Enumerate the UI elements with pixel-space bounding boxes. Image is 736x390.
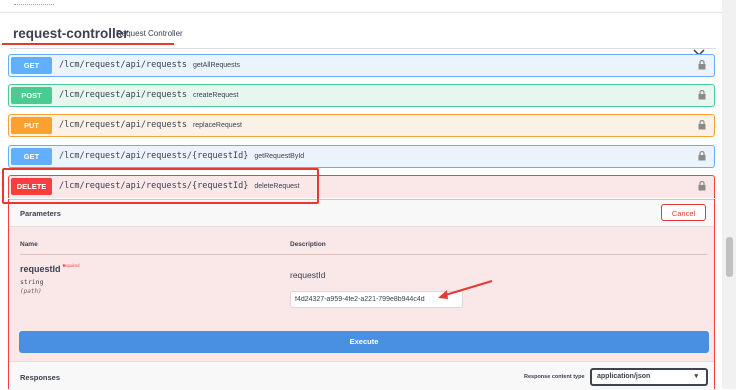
operation-summary: createRequest (192, 92, 239, 99)
tag-name: request-controller (13, 26, 129, 41)
response-content-type-label: Response content type (524, 374, 585, 380)
cancel-button[interactable]: Cancel (661, 204, 706, 221)
responses-title: Responses (20, 373, 61, 382)
column-header-description: Description (290, 241, 326, 248)
selected-content-type: application/json (597, 373, 651, 380)
chevron-down-icon: ▾ (694, 373, 698, 380)
scrollbar[interactable] (722, 0, 736, 389)
opblock-get-request-by-id[interactable]: GET /lcm/request/api/requests/{requestId… (8, 145, 715, 168)
response-content-type-select[interactable]: application/json ▾ (590, 368, 708, 386)
operation-summary: getRequestById (254, 153, 305, 160)
tag-description: Request Controller (116, 29, 183, 38)
operation-summary: getAllRequests (192, 62, 241, 69)
operation-path: /lcm/request/api/requests getAllRequests (59, 60, 241, 70)
operation-path: /lcm/request/api/requests createRequest (59, 90, 239, 100)
method-badge: PUT (11, 117, 52, 134)
parameter-type: string (20, 278, 44, 286)
annotation-arrow-icon (438, 280, 493, 299)
opblock-get-requests[interactable]: GET /lcm/request/api/requests getAllReque… (8, 54, 715, 77)
divider (20, 254, 707, 255)
lock-icon[interactable] (698, 120, 706, 130)
method-badge: POST (11, 87, 52, 104)
opblock-put-requests[interactable]: PUT /lcm/request/api/requests replaceRequ… (8, 114, 715, 137)
lock-icon[interactable] (698, 60, 706, 70)
parameters-title: Parameters (20, 209, 61, 218)
required-label: required (63, 263, 80, 268)
parameter-description: requestId (290, 270, 326, 280)
annotation-underline (2, 43, 174, 45)
operation-path: /lcm/request/api/requests/{requestId} get… (59, 151, 305, 161)
parameter-name: requestId * (20, 264, 66, 274)
truncated-text (14, 0, 54, 5)
lock-icon[interactable] (698, 181, 706, 191)
method-badge: GET (11, 148, 52, 165)
operation-path: /lcm/request/api/requests replaceRequest (59, 120, 242, 130)
method-badge: GET (11, 57, 52, 74)
scrollbar-thumb[interactable] (726, 237, 733, 277)
execute-button[interactable]: Execute (19, 331, 709, 353)
annotation-highlight-box (2, 168, 319, 204)
operation-summary: replaceRequest (192, 122, 242, 129)
column-header-name: Name (20, 241, 38, 248)
parameter-location: (path) (20, 288, 42, 295)
lock-icon[interactable] (698, 90, 706, 100)
lock-icon[interactable] (698, 151, 706, 161)
responses-header: Responses Response content type applicat… (9, 361, 714, 390)
opblock-post-requests[interactable]: POST /lcm/request/api/requests createRequ… (8, 84, 715, 107)
delete-operation-panel: Parameters Cancel Name Description reque… (8, 199, 715, 390)
divider (0, 12, 722, 13)
